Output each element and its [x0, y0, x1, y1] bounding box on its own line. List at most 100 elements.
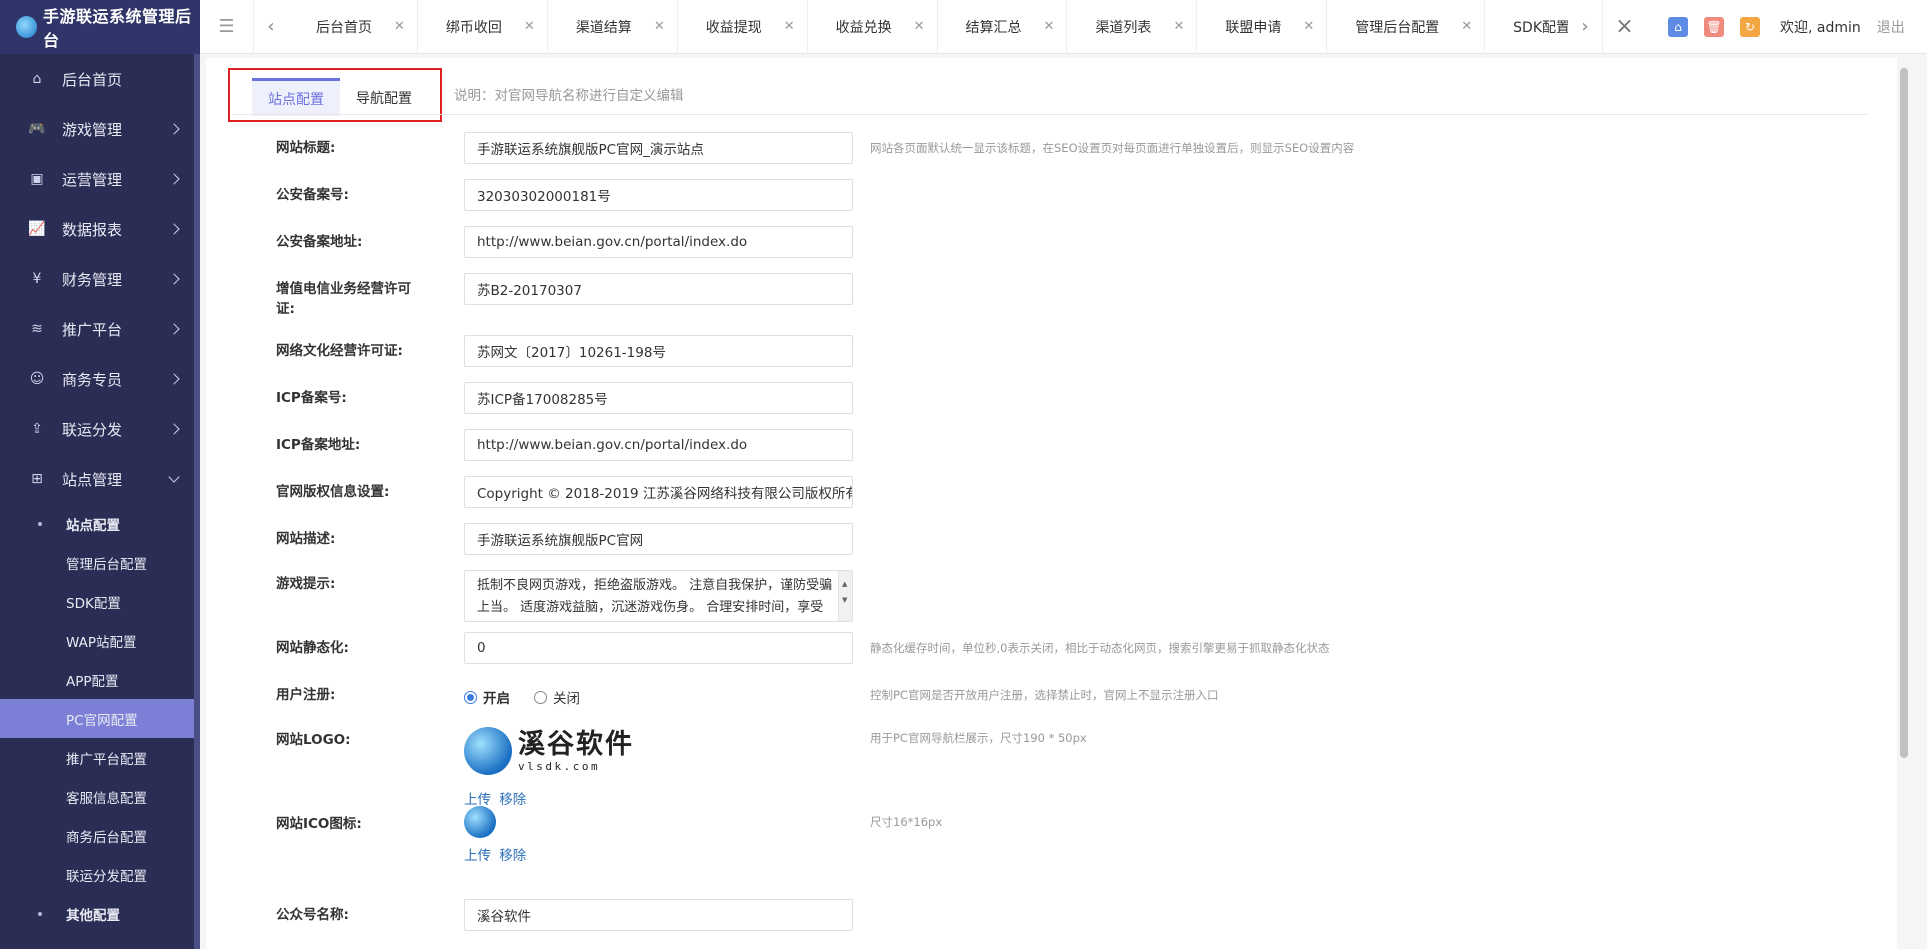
page-tab[interactable]: SDK配置✕ [1485, 0, 1568, 54]
tabs-prev-icon[interactable]: ‹ [254, 0, 288, 54]
brand-logo-icon [16, 16, 37, 38]
logout-link[interactable]: 退出 [1877, 17, 1905, 37]
close-icon[interactable]: ✕ [394, 19, 405, 34]
icp-url-label: ICP备案地址: [276, 437, 361, 453]
sidebar-subitem[interactable]: 商务后台配置 [0, 816, 200, 855]
sidebar-subitem[interactable]: 联运分发配置 [0, 855, 200, 894]
logo-domain: vlsdk.com [518, 759, 601, 773]
textarea-scrollbar[interactable] [838, 571, 852, 621]
game-tip-text: 抵制不良网页游戏，拒绝盗版游戏。 注意自我保护，谨防受骗上当。 适度游戏益脑，沉… [477, 578, 833, 615]
page-tab[interactable]: 联盟申请 ✕ [1197, 0, 1328, 54]
close-tabs-icon[interactable]: × [1602, 0, 1646, 54]
sidebar-item-label: 运营管理 [62, 170, 123, 189]
sidebar-subitem[interactable]: 推广平台配置 [0, 738, 200, 777]
sidebar-item[interactable]: 📈 数据报表 [0, 204, 200, 254]
register-on-radio[interactable]: 开启 [464, 687, 510, 707]
sidebar-item-label: 联运分发 [62, 420, 123, 439]
toolbar-icons: ⌂ 🗑 ↻ [1668, 16, 1776, 37]
sidebar-item[interactable]: 🎮 游戏管理 [0, 104, 200, 154]
sidebar-item-label: 财务管理 [62, 270, 123, 289]
finance-icon: ¥ [32, 271, 42, 287]
register-off-radio[interactable]: 关闭 [534, 687, 580, 707]
sidebar-subitem[interactable]: PC官网配置 [0, 699, 200, 738]
title-label: 网站标题: [276, 140, 336, 156]
static-hint: 静态化缓存时间，单位秒,0表示关闭，相比于动态化网页，搜索引擎更易于抓取静态化状… [870, 641, 1330, 655]
chevron-right-icon [168, 273, 180, 285]
main-content: 站点配置 导航配置 说明：对官网导航名称进行自定义编辑 网站标题: 手游联运系统… [200, 54, 1927, 949]
ico-actions: 上传 移除 [464, 844, 530, 864]
sidebar: 手游联运系统管理后台 ⌂ 后台首页 🎮 游戏管理 ▣ 运营管理 📈 数据报表 ¥ 财务管理 ≋ 推广平… [0, 0, 200, 949]
page-tab-label: 渠道列表 [1095, 19, 1152, 36]
refresh-icon[interactable]: ↻ [1740, 16, 1760, 37]
description-input[interactable]: 手游联运系统旗舰版PC官网 [464, 523, 853, 555]
sidebar-subitem[interactable]: 其他配置 [0, 894, 200, 933]
close-icon[interactable]: ✕ [524, 19, 535, 34]
sidebar-item[interactable]: ⇪ 联运分发 [0, 404, 200, 454]
ico-upload-link[interactable]: 上传 [464, 848, 491, 864]
title-input[interactable]: 手游联运系统旗舰版PC官网_演示站点 [464, 132, 853, 164]
icp-input[interactable]: 苏ICP备17008285号 [464, 382, 853, 414]
chevron-right-icon [168, 423, 180, 435]
page-tab[interactable]: 收益提现 ✕ [678, 0, 808, 54]
page-tab[interactable]: 渠道列表 ✕ [1067, 0, 1198, 54]
icp-url-input[interactable]: http://www.beian.gov.cn/portal/index.do [464, 429, 853, 461]
sidebar-subitem[interactable]: 站点配置 [0, 504, 200, 543]
sidebar-item-label: 后台首页 [62, 70, 123, 89]
tab-description: 说明：对官网导航名称进行自定义编辑 [454, 88, 684, 104]
chevron-right-icon [168, 173, 180, 185]
game-tip-textarea[interactable]: 抵制不良网页游戏，拒绝盗版游戏。 注意自我保护，谨防受骗上当。 适度游戏益脑，沉… [464, 570, 853, 622]
page-tab[interactable]: 绑币收回 ✕ [418, 0, 548, 54]
ico-remove-link[interactable]: 移除 [499, 848, 526, 864]
sidebar-subitem[interactable]: SDK配置 [0, 582, 200, 621]
static-input[interactable]: 0 [464, 632, 853, 664]
close-icon[interactable]: ✕ [654, 19, 665, 34]
sidebar-item[interactable]: ≋ 推广平台 [0, 304, 200, 354]
wechat-input[interactable]: 溪谷软件 [464, 899, 853, 931]
logo-remove-link[interactable]: 移除 [499, 792, 526, 808]
description-label: 网站描述: [276, 531, 336, 547]
layers-icon: ≋ [31, 321, 43, 337]
chevron-right-icon [168, 373, 180, 385]
home-icon[interactable]: ⌂ [1668, 16, 1688, 37]
config-panel: 站点配置 导航配置 说明：对官网导航名称进行自定义编辑 网站标题: 手游联运系统… [206, 58, 1911, 949]
sidebar-item[interactable]: ☺ 商务专员 [0, 354, 200, 404]
page-tab[interactable]: 结算汇总 ✕ [938, 0, 1068, 54]
sidebar-item[interactable]: ⊞ 站点管理 [0, 454, 200, 504]
sidebar-item[interactable]: ⌂ 后台首页 [0, 54, 200, 104]
page-tab[interactable]: 管理后台配置 ✕ [1327, 0, 1486, 54]
close-icon[interactable]: ✕ [1173, 19, 1184, 34]
sidebar-item[interactable]: ▣ 运营管理 [0, 154, 200, 204]
close-icon[interactable]: ✕ [784, 19, 795, 34]
copyright-input[interactable]: Copyright © 2018-2019 江苏溪谷网络科技有限公司版权所有 [464, 476, 853, 508]
sidebar-subitem[interactable]: WAP站配置 [0, 621, 200, 660]
page-scrollbar[interactable] [1897, 58, 1911, 949]
sidebar-item-label: 数据报表 [62, 220, 123, 239]
static-label: 网站静态化: [276, 640, 349, 656]
register-label: 用户注册: [276, 687, 336, 703]
ico-label: 网站ICO图标: [276, 816, 362, 832]
chart-icon: 📈 [28, 221, 46, 237]
icp-label: ICP备案号: [276, 390, 347, 406]
collapse-sidebar-icon[interactable]: ☰ [200, 0, 254, 54]
close-icon[interactable]: ✕ [1303, 19, 1314, 34]
close-icon[interactable]: ✕ [1461, 19, 1472, 34]
sidebar-subitem[interactable]: 管理后台配置 [0, 543, 200, 582]
close-icon[interactable]: ✕ [1044, 19, 1055, 34]
police-url-input[interactable]: http://www.beian.gov.cn/portal/index.do [464, 226, 853, 258]
page-tab[interactable]: 收益兑换 ✕ [808, 0, 938, 54]
copyright-label: 官网版权信息设置: [276, 484, 390, 500]
clear-cache-icon[interactable]: 🗑 [1704, 16, 1724, 37]
page-tab[interactable]: 后台首页 ✕ [288, 0, 418, 54]
sidebar-subitem[interactable]: 客服信息配置 [0, 777, 200, 816]
tabs-next-icon[interactable]: › [1568, 0, 1602, 54]
game-tip-label: 游戏提示: [276, 576, 336, 592]
page-tab[interactable]: 渠道结算 ✕ [548, 0, 678, 54]
sidebar-item-label: 推广平台 [62, 320, 123, 339]
culture-license-input[interactable]: 苏网文〔2017〕10261-198号 [464, 335, 853, 367]
telecom-license-input[interactable]: 苏B2-20170307 [464, 273, 853, 305]
close-icon[interactable]: ✕ [914, 19, 925, 34]
sidebar-item[interactable]: ¥ 财务管理 [0, 254, 200, 304]
police-record-input[interactable]: 32030302000181号 [464, 179, 853, 211]
logo-image: 溪谷软件 vlsdk.com [464, 724, 636, 778]
sidebar-subitem[interactable]: APP配置 [0, 660, 200, 699]
